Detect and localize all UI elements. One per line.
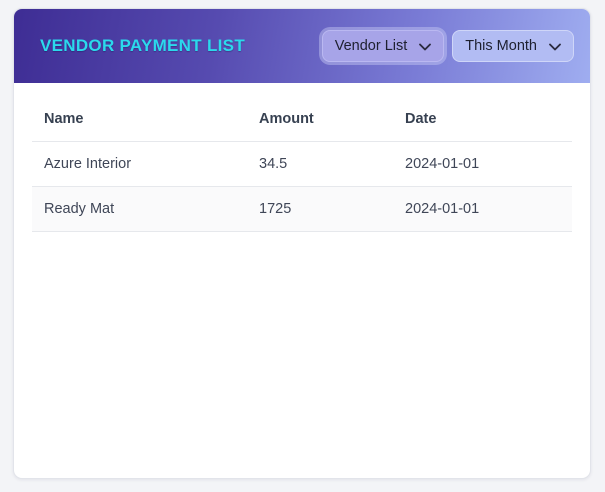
page-title: VENDOR PAYMENT LIST	[40, 36, 246, 55]
cell-vendor-name: Azure Interior	[32, 141, 247, 187]
cell-amount: 1725	[247, 186, 393, 232]
table-row[interactable]: Azure Interior 34.5 2024-01-01	[32, 141, 572, 187]
payments-table: Name Amount Date Azure Interior 34.5 202…	[32, 97, 572, 232]
cell-amount: 34.5	[247, 141, 393, 187]
cell-date: 2024-01-01	[393, 186, 572, 232]
card-header: VENDOR PAYMENT LIST Vendor List This Mon…	[14, 9, 590, 83]
vendor-list-dropdown[interactable]: Vendor List	[321, 30, 445, 62]
column-header-amount: Amount	[247, 97, 393, 142]
column-header-date: Date	[393, 97, 572, 142]
period-dropdown[interactable]: This Month	[452, 30, 574, 62]
header-controls: Vendor List This Month	[321, 30, 574, 62]
cell-date: 2024-01-01	[393, 141, 572, 187]
chevron-down-icon	[549, 43, 561, 51]
column-header-name: Name	[32, 97, 247, 142]
vendor-payment-card: VENDOR PAYMENT LIST Vendor List This Mon…	[13, 8, 591, 479]
payments-table-container: Name Amount Date Azure Interior 34.5 202…	[14, 83, 590, 232]
cell-vendor-name: Ready Mat	[32, 186, 247, 232]
chevron-down-icon	[419, 43, 432, 51]
vendor-list-dropdown-label: Vendor List	[334, 38, 408, 54]
table-row[interactable]: Ready Mat 1725 2024-01-01	[32, 186, 572, 232]
table-header-row: Name Amount Date	[32, 97, 572, 142]
period-dropdown-label: This Month	[465, 38, 537, 54]
